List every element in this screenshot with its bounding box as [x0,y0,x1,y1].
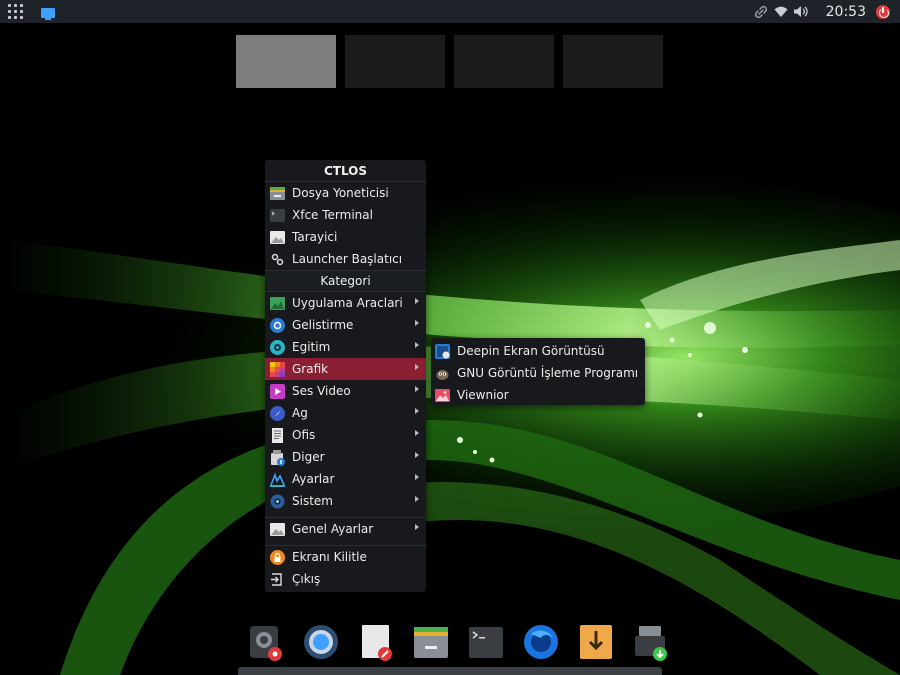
menu-item-network[interactable]: Ag [265,402,426,424]
menu-item-label: Tarayici [292,230,338,244]
menu-item-label: Xfce Terminal [292,208,373,222]
menu-item-launcher[interactable]: Launcher Başlatıcı [265,248,426,270]
menu-item-lock-screen[interactable]: Ekranı Kilitle [265,546,426,568]
menu-item-multimedia[interactable]: Ses Video [265,380,426,402]
menu-item-label: Sistem [292,494,333,508]
clock[interactable]: 20:53 [826,4,866,20]
menu-item-label: Launcher Başlatıcı [292,252,403,266]
file-manager-icon[interactable] [413,622,449,662]
menu-title: CTLOS [265,160,426,182]
category-header: Kategori [265,270,426,292]
graphics-icon [269,361,286,378]
menu-item-office[interactable]: Ofis [265,424,426,446]
system-tray: 20:53 [752,0,900,23]
other-icon [269,449,286,466]
link-icon[interactable] [752,3,770,21]
multimedia-icon [269,383,286,400]
menu-item-settings[interactable]: Ayarlar [265,468,426,490]
screenshot-icon [434,343,451,360]
workspace-1[interactable] [236,35,336,88]
menu-item-label: Çıkış [292,572,321,586]
menu-item-label: Diger [292,450,325,464]
submenu-item-label: GNU Görüntü İşleme Programı [457,366,639,380]
office-icon [269,427,286,444]
submenu-arrow-icon [415,524,419,530]
installer-icon[interactable] [633,622,669,662]
menu-item-label: Ses Video [292,384,351,398]
download-icon[interactable] [578,622,614,662]
education-icon [269,339,286,356]
submenu-arrow-icon [415,386,419,392]
menu-item-browser[interactable]: Tarayici [265,226,426,248]
terminal-icon[interactable] [468,622,504,662]
menu-item-system[interactable]: Sistem [265,490,426,512]
general-settings-icon [269,521,286,538]
submenu-arrow-icon [415,342,419,348]
accessories-icon [269,295,286,312]
menu-item-label: Ofis [292,428,316,442]
submenu-arrow-icon [415,320,419,326]
menu-item-label: Egitim [292,340,331,354]
submenu-item-deepin-screenshot[interactable]: Deepin Ekran Görüntüsü [431,340,645,362]
app-grid-icon[interactable] [8,4,24,20]
chromium-icon[interactable] [303,622,339,662]
menu-item-general-settings[interactable]: Genel Ayarlar [265,518,426,540]
submenu-arrow-icon [415,496,419,502]
menu-item-education[interactable]: Egitim [265,336,426,358]
menu-item-file-manager[interactable]: Dosya Yoneticisi [265,182,426,204]
workspace-3[interactable] [454,35,554,88]
lock-icon [269,549,286,566]
dock-background [238,667,662,675]
top-panel: 20:53 [0,0,900,23]
menu-item-label: Uygulama Araclari [292,296,403,310]
menu-item-development[interactable]: Gelistirme [265,314,426,336]
submenu-item-gimp[interactable]: GNU Görüntü İşleme Programı [431,362,645,384]
volume-icon[interactable] [792,3,810,21]
text-editor-icon[interactable] [358,622,394,662]
menu-item-label: Gelistirme [292,318,354,332]
terminal-icon [269,207,286,224]
submenu-arrow-icon [415,430,419,436]
firefox-icon[interactable] [523,622,559,662]
logout-icon [269,571,286,588]
menu-item-terminal[interactable]: Xfce Terminal [265,204,426,226]
power-icon[interactable] [876,4,890,19]
menu-item-label: Ekranı Kilitle [292,550,367,564]
screenshot-tool-icon[interactable] [248,622,284,662]
submenu-arrow-icon [415,452,419,458]
menu-item-logout[interactable]: Çıkış [265,568,426,590]
menu-item-other[interactable]: Diger [265,446,426,468]
submenu-arrow-icon [415,364,419,370]
show-desktop-icon[interactable] [40,5,56,20]
system-icon [269,493,286,510]
submenu-arrow-icon [415,408,419,414]
workspace-switcher [236,35,663,88]
menu-item-graphics[interactable]: Grafik [265,358,426,380]
menu-item-label: Ayarlar [292,472,335,486]
menu-item-accessories[interactable]: Uygulama Araclari [265,292,426,314]
submenu-item-viewnior[interactable]: Viewnior [431,384,645,406]
submenu-arrow-icon [415,298,419,304]
graphics-submenu: Deepin Ekran Görüntüsü GNU Görüntü İşlem… [431,338,645,405]
workspace-4[interactable] [563,35,663,88]
development-icon [269,317,286,334]
settings-icon [269,471,286,488]
menu-item-label: Genel Ayarlar [292,522,374,536]
submenu-item-label: Viewnior [457,388,509,402]
browser-icon [269,229,286,246]
menu-item-label: Dosya Yoneticisi [292,186,389,200]
submenu-arrow-icon [415,474,419,480]
menu-item-label: Ag [292,406,308,420]
file-manager-icon [269,185,286,202]
menu-item-label: Grafik [292,362,329,376]
network-icon [269,405,286,422]
dock [248,622,669,664]
image-viewer-icon [434,387,451,404]
application-menu: CTLOS Dosya Yoneticisi Xfce Terminal Tar… [265,160,426,592]
gimp-icon [434,365,451,382]
submenu-item-label: Deepin Ekran Görüntüsü [457,344,605,358]
wifi-icon[interactable] [772,3,790,21]
workspace-2[interactable] [345,35,445,88]
launcher-icon [269,251,286,268]
